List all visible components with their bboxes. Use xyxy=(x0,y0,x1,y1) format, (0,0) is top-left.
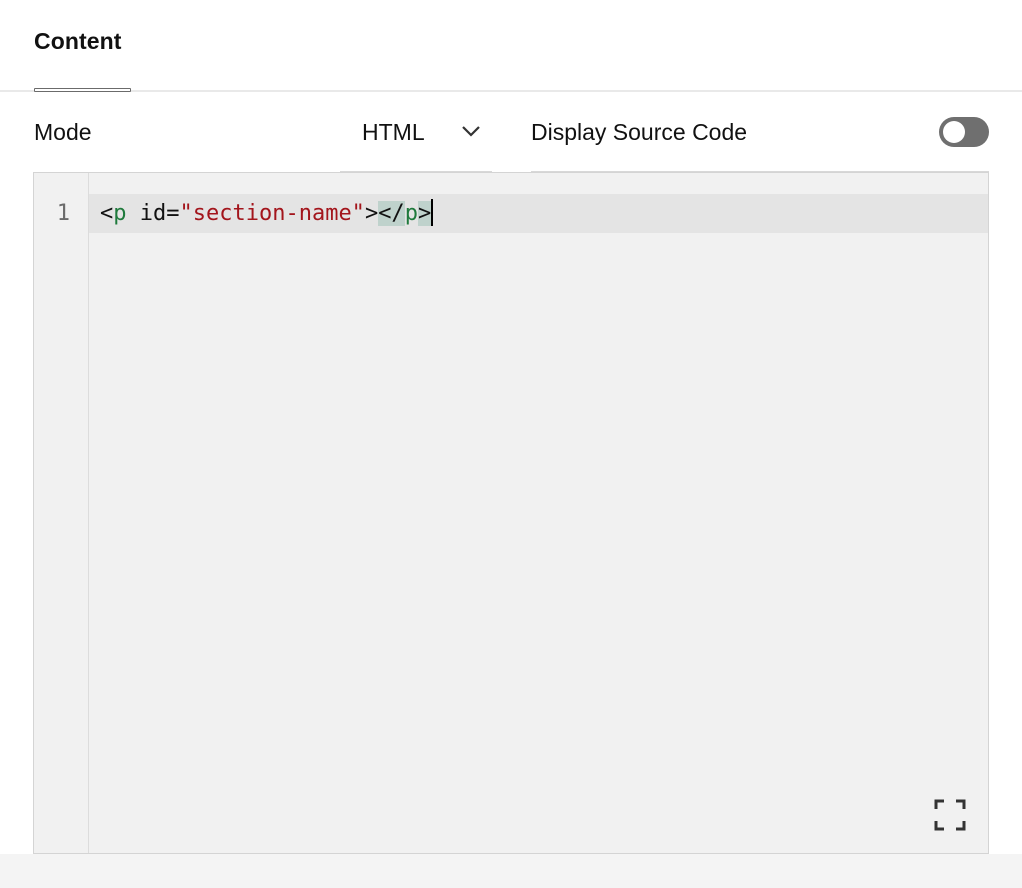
mode-select[interactable]: HTML xyxy=(340,92,492,172)
line-number-gutter xyxy=(34,173,89,853)
code-attribute-value: "section-name" xyxy=(179,201,365,226)
toggle-knob xyxy=(943,121,965,143)
code-bracket: < xyxy=(100,201,114,226)
expand-icon[interactable] xyxy=(934,799,966,831)
code-editor[interactable]: 1 <p id="section-name"></p> xyxy=(33,172,989,854)
settings-row: Mode HTML Display Source Code xyxy=(0,92,1022,172)
mode-select-value: HTML xyxy=(362,119,425,145)
mode-label: Mode xyxy=(34,119,92,145)
code-tag-name: p xyxy=(404,201,418,226)
text-cursor xyxy=(431,199,434,226)
tab-bar: Content xyxy=(0,0,1022,92)
code-attribute: id xyxy=(139,201,167,226)
line-number: 1 xyxy=(56,201,70,226)
chevron-down-icon xyxy=(462,126,480,137)
footer-strip xyxy=(0,854,1022,888)
code-equals: = xyxy=(166,201,180,226)
tab-content[interactable]: Content xyxy=(34,28,122,55)
code-bracket: > xyxy=(364,201,379,226)
code-line[interactable]: <p id="section-name"></p> xyxy=(100,194,434,233)
code-matched-bracket: </ xyxy=(378,201,405,226)
display-source-toggle[interactable] xyxy=(939,117,989,147)
display-source-label: Display Source Code xyxy=(531,119,748,145)
code-tag-name: p xyxy=(113,201,127,226)
code-matched-bracket: > xyxy=(417,201,432,226)
